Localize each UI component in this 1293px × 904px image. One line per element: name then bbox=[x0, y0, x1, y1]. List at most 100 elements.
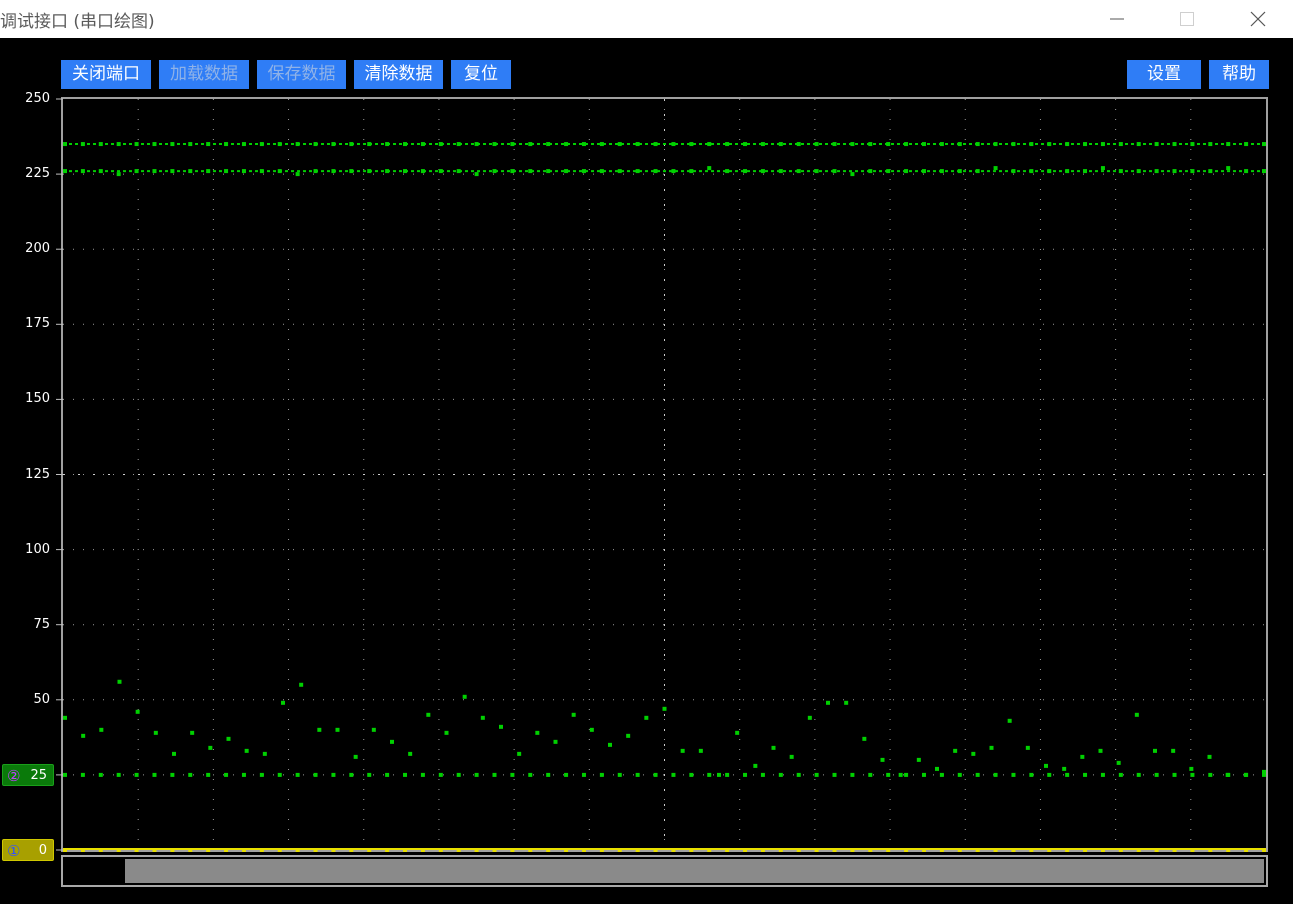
data-point bbox=[81, 733, 86, 738]
data-point bbox=[80, 772, 85, 777]
data-point bbox=[1153, 748, 1157, 753]
y-tick-label: 150 bbox=[25, 391, 50, 407]
data-point bbox=[735, 730, 740, 735]
data-point bbox=[403, 772, 408, 777]
data-point bbox=[807, 715, 812, 720]
data-point bbox=[244, 748, 249, 753]
data-point bbox=[689, 772, 694, 777]
data-point bbox=[814, 772, 819, 777]
data-point bbox=[743, 772, 748, 777]
data-point bbox=[226, 736, 231, 741]
data-point bbox=[671, 772, 676, 777]
data-point bbox=[99, 727, 104, 732]
data-point bbox=[671, 169, 676, 174]
data-point bbox=[134, 772, 139, 777]
data-point bbox=[832, 772, 837, 777]
data-point bbox=[571, 712, 576, 717]
channel-1-value: 0 bbox=[38, 843, 47, 858]
data-point bbox=[1047, 772, 1052, 777]
data-point bbox=[367, 772, 372, 777]
data-point bbox=[1007, 718, 1012, 723]
data-point bbox=[63, 772, 67, 777]
channel-2-value: 25 bbox=[30, 768, 47, 783]
data-point bbox=[462, 694, 467, 699]
data-point bbox=[63, 715, 67, 720]
data-point bbox=[1044, 763, 1048, 768]
data-point bbox=[170, 772, 175, 777]
y-tick-label: 250 bbox=[25, 91, 50, 106]
data-point bbox=[349, 772, 354, 777]
data-point bbox=[1062, 766, 1067, 771]
data-point bbox=[152, 772, 157, 777]
data-point bbox=[371, 727, 376, 732]
data-point bbox=[456, 772, 461, 777]
data-point bbox=[1118, 772, 1123, 777]
data-point bbox=[188, 772, 193, 777]
data-point bbox=[581, 772, 586, 777]
data-point bbox=[1189, 766, 1194, 771]
data-point bbox=[1154, 772, 1159, 777]
data-point bbox=[1171, 748, 1176, 753]
data-point bbox=[778, 772, 783, 777]
data-point bbox=[916, 757, 921, 762]
data-point bbox=[1208, 772, 1213, 777]
y-tick-label: 50 bbox=[33, 691, 50, 707]
data-point bbox=[426, 712, 431, 717]
data-point bbox=[313, 772, 318, 777]
data-point bbox=[1100, 772, 1105, 777]
data-point bbox=[939, 772, 944, 777]
data-point bbox=[1029, 772, 1034, 777]
data-point bbox=[535, 730, 540, 735]
data-point bbox=[1083, 772, 1088, 777]
data-point bbox=[1207, 754, 1212, 759]
data-point bbox=[492, 772, 497, 777]
data-point bbox=[1116, 760, 1121, 765]
data-point bbox=[295, 772, 300, 777]
data-point bbox=[281, 700, 285, 705]
data-point bbox=[935, 766, 939, 771]
data-point bbox=[262, 751, 267, 756]
data-point bbox=[1025, 745, 1030, 750]
data-point bbox=[444, 730, 449, 735]
data-point bbox=[953, 748, 958, 753]
data-point bbox=[390, 739, 394, 744]
data-point bbox=[868, 772, 873, 777]
data-point bbox=[826, 700, 830, 705]
data-point bbox=[116, 772, 121, 777]
data-point bbox=[98, 772, 103, 777]
data-point bbox=[1262, 772, 1266, 777]
data-point bbox=[335, 727, 340, 732]
data-point bbox=[1190, 772, 1195, 777]
data-point bbox=[898, 772, 903, 777]
data-point bbox=[277, 772, 282, 777]
data-point bbox=[796, 772, 801, 777]
plot-area[interactable] bbox=[0, 0, 1293, 904]
data-point bbox=[224, 772, 229, 777]
data-point bbox=[886, 772, 891, 777]
channel-2-marker[interactable]: ② 25 bbox=[2, 764, 54, 786]
data-point bbox=[117, 679, 122, 684]
data-point bbox=[295, 172, 300, 177]
data-point bbox=[206, 772, 211, 777]
data-point bbox=[1100, 166, 1105, 171]
channel-2-number: ② bbox=[7, 767, 21, 785]
data-point bbox=[680, 748, 685, 753]
scrollbar-thumb[interactable] bbox=[125, 859, 1264, 883]
data-point bbox=[760, 772, 765, 777]
horizontal-scrollbar[interactable] bbox=[61, 855, 1268, 887]
data-point bbox=[517, 751, 522, 756]
data-point bbox=[474, 172, 479, 177]
channel-1-number: ① bbox=[7, 842, 21, 860]
data-point bbox=[528, 772, 533, 777]
data-point bbox=[880, 757, 885, 762]
data-point bbox=[725, 772, 730, 777]
data-point bbox=[190, 730, 195, 735]
data-point bbox=[172, 751, 176, 756]
data-point bbox=[299, 682, 304, 687]
channel-1-marker[interactable]: ① 0 bbox=[2, 839, 54, 861]
data-point bbox=[862, 736, 867, 741]
data-point bbox=[971, 751, 976, 756]
data-point bbox=[241, 772, 246, 777]
data-point bbox=[1065, 772, 1070, 777]
data-point bbox=[957, 772, 962, 777]
